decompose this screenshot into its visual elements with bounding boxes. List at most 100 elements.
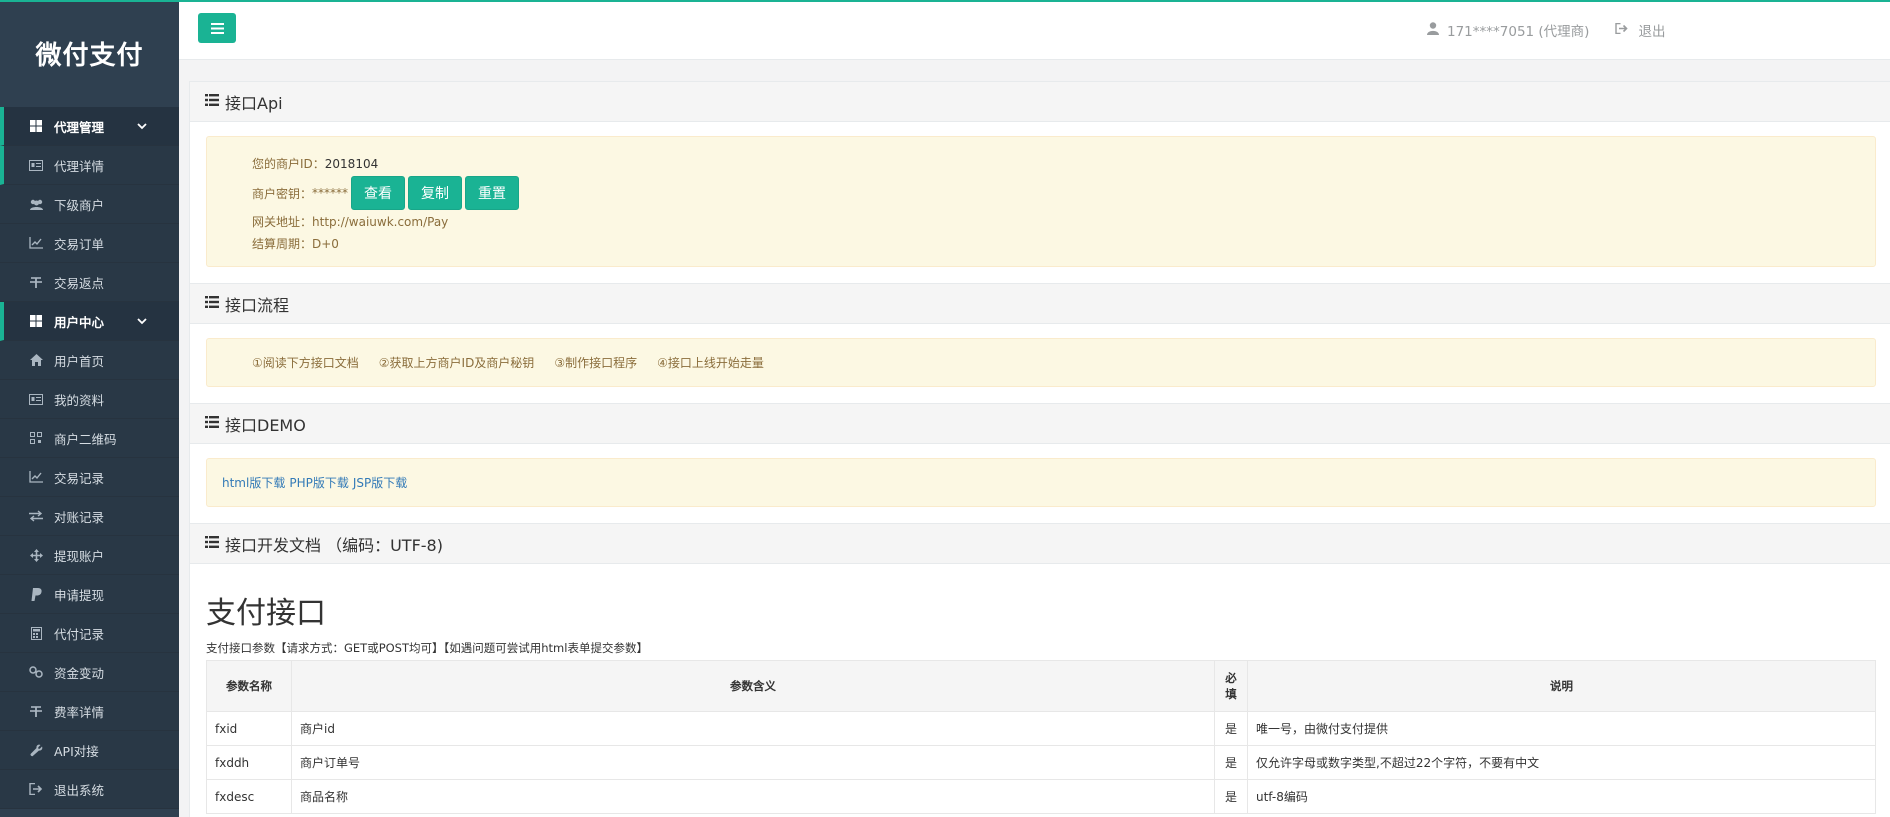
html-demo-download-link[interactable]: html版下载 — [222, 474, 285, 491]
top-navbar: 171****7051 (代理商) 退出 — [179, 2, 1890, 60]
sidebar-item-trade-records[interactable]: 交易记录 — [0, 458, 179, 497]
sidebar-item-label: 退出系统 — [54, 782, 105, 798]
sidebar-item-label: 申请提现 — [54, 587, 105, 603]
section-title-demo: 接口DEMO — [190, 403, 1890, 444]
line-chart-icon — [28, 236, 44, 250]
id-card-icon — [28, 158, 44, 172]
secret-key-row: 商户密钥： ****** 查看 复制 重置 — [252, 175, 1875, 211]
settle-cycle-row: 结算周期：D+0 — [252, 233, 1875, 255]
wrench-icon — [28, 743, 44, 757]
sidebar-group-user-center[interactable]: 用户中心 — [0, 302, 179, 341]
sidebar-item-label: 交易记录 — [54, 470, 105, 486]
calculator-icon — [28, 626, 44, 640]
paypal-icon — [28, 587, 44, 601]
table-cell: 是 — [1214, 745, 1248, 780]
brand-logo: 微付支付 — [35, 41, 144, 71]
sidebar-item-rate-details[interactable]: 费率详情 — [0, 692, 179, 731]
sidebar-item-merchant-qrcode[interactable]: 商户二维码 — [0, 419, 179, 458]
section-title-text: 接口Api — [225, 93, 283, 113]
top-accent-line — [0, 0, 1890, 2]
sidebar-item-logout[interactable]: 退出系统 — [0, 770, 179, 809]
doc-note: 支付接口参数【请求方式：GET或POST均可】【如遇问题可尝试用html表单提交… — [206, 641, 648, 655]
chevron-down-icon — [137, 315, 147, 328]
table-row: fxdesc 商品名称 是 utf-8编码 — [206, 779, 1876, 814]
column-header: 说明 — [1247, 660, 1876, 712]
main-content: 接口Api 您的商户ID：2018104 商户密钥： ****** 查看 复制 重… — [189, 81, 1890, 817]
demo-links-box: html版下载 PHP版下载 JSP版下载 — [206, 458, 1876, 507]
table-cell: fxddh — [206, 745, 292, 780]
table-cell: 唯一号，由微付支付提供 — [1247, 711, 1876, 746]
sidebar-item-label: 代理详情 — [54, 158, 105, 174]
section-title-api: 接口Api — [190, 81, 1890, 122]
chevron-down-icon — [137, 120, 147, 133]
line-chart-icon — [28, 470, 44, 484]
home-icon — [28, 353, 44, 367]
sidebar-item-label: 资金变动 — [54, 665, 105, 681]
column-header: 参数含义 — [291, 660, 1215, 712]
table-cell: 是 — [1214, 779, 1248, 814]
view-key-button[interactable]: 查看 — [351, 176, 406, 210]
section-title-flow: 接口流程 — [190, 283, 1890, 324]
sidebar-item-apply-withdraw[interactable]: 申请提现 — [0, 575, 179, 614]
settle-cycle-label: 结算周期： — [252, 237, 313, 251]
sidebar-item-sub-merchants[interactable]: 下级商户 — [0, 185, 179, 224]
yen-icon — [28, 704, 44, 718]
sign-out-icon — [28, 782, 44, 796]
sidebar-item-payout-records[interactable]: 代付记录 — [0, 614, 179, 653]
logout-link[interactable]: 退出 — [1615, 20, 1665, 40]
sidebar-item-user-home[interactable]: 用户首页 — [0, 341, 179, 380]
section-title-text: 接口流程 — [225, 295, 290, 315]
sidebar-item-label: 交易返点 — [54, 275, 105, 291]
menu-toggle-button[interactable] — [198, 13, 236, 43]
table-cell: 是 — [1214, 711, 1248, 746]
sign-out-icon — [1615, 22, 1629, 38]
sidebar-item-trade-orders[interactable]: 交易订单 — [0, 224, 179, 263]
sidebar-item-label: 对账记录 — [54, 509, 105, 525]
yen-icon — [28, 275, 44, 289]
list-icon — [205, 415, 219, 432]
table-cell: fxid — [206, 711, 292, 746]
sidebar-item-agent-detail[interactable]: 代理详情 — [0, 146, 179, 185]
sidebar-item-fund-changes[interactable]: 资金变动 — [0, 653, 179, 692]
list-icon — [205, 535, 219, 552]
merchant-id-value: 2018104 — [324, 157, 379, 171]
settle-cycle-value: D+0 — [312, 237, 339, 251]
gateway-value: http://waiuwk.com/Pay — [312, 215, 449, 229]
table-header-row: 参数名称 参数含义 必填 说明 — [206, 660, 1876, 712]
sidebar-group-label: 用户中心 — [54, 314, 105, 330]
sidebar-item-reconciliation[interactable]: 对账记录 — [0, 497, 179, 536]
jsp-demo-download-link[interactable]: JSP版下载 — [353, 474, 407, 491]
reset-key-button[interactable]: 重置 — [465, 176, 520, 210]
sidebar-item-label: 费率详情 — [54, 704, 105, 720]
api-info-box: 您的商户ID：2018104 商户密钥： ****** 查看 复制 重置 网关地址… — [206, 136, 1876, 267]
sidebar-item-withdraw-account[interactable]: 提现账户 — [0, 536, 179, 575]
table-row: fxddh 商户订单号 是 仅允许字母或数字类型,不超过22个字符，不要有中文 — [206, 745, 1876, 780]
sidebar-item-label: 商户二维码 — [54, 431, 117, 447]
php-demo-download-link[interactable]: PHP版下载 — [289, 474, 349, 491]
sidebar-item-label: 用户首页 — [54, 353, 105, 369]
table-cell: 仅允许字母或数字类型,不超过22个字符，不要有中文 — [1247, 745, 1876, 780]
sidebar-item-api[interactable]: API对接 — [0, 731, 179, 770]
user-area: 171****7051 (代理商) 退出 — [1427, 20, 1665, 40]
sidebar-item-my-profile[interactable]: 我的资料 — [0, 380, 179, 419]
id-card-icon — [28, 392, 44, 406]
table-cell: 商品名称 — [291, 779, 1215, 814]
list-icon — [205, 295, 219, 312]
sidebar: 微付支付 代理管理 代理详情 下级商户 交易订单 交易返点 用户中心 用户首页 … — [0, 0, 179, 817]
table-cell: 商户id — [291, 711, 1215, 746]
gateway-row: 网关地址：http://waiuwk.com/Pay — [252, 211, 1875, 233]
user-account-label[interactable]: 171****7051 (代理商) — [1447, 20, 1589, 40]
sidebar-item-label: 代付记录 — [54, 626, 105, 642]
list-icon — [205, 93, 219, 110]
section-title-doc: 接口开发文档 （编码：UTF-8) — [190, 523, 1890, 564]
sidebar-item-trade-rebate[interactable]: 交易返点 — [0, 263, 179, 302]
sidebar-group-agent[interactable]: 代理管理 — [0, 107, 179, 146]
table-cell: utf-8编码 — [1247, 779, 1876, 814]
doc-heading: 支付接口 — [206, 596, 326, 631]
logout-label: 退出 — [1638, 24, 1666, 40]
secret-key-mask: ****** — [312, 186, 349, 200]
param-table: 参数名称 参数含义 必填 说明 fxid 商户id 是 唯一号，由微付支付提供 … — [206, 660, 1876, 814]
sidebar-group-label: 代理管理 — [54, 119, 105, 135]
merchant-id-row: 您的商户ID：2018104 — [252, 153, 1875, 175]
copy-key-button[interactable]: 复制 — [408, 176, 463, 210]
